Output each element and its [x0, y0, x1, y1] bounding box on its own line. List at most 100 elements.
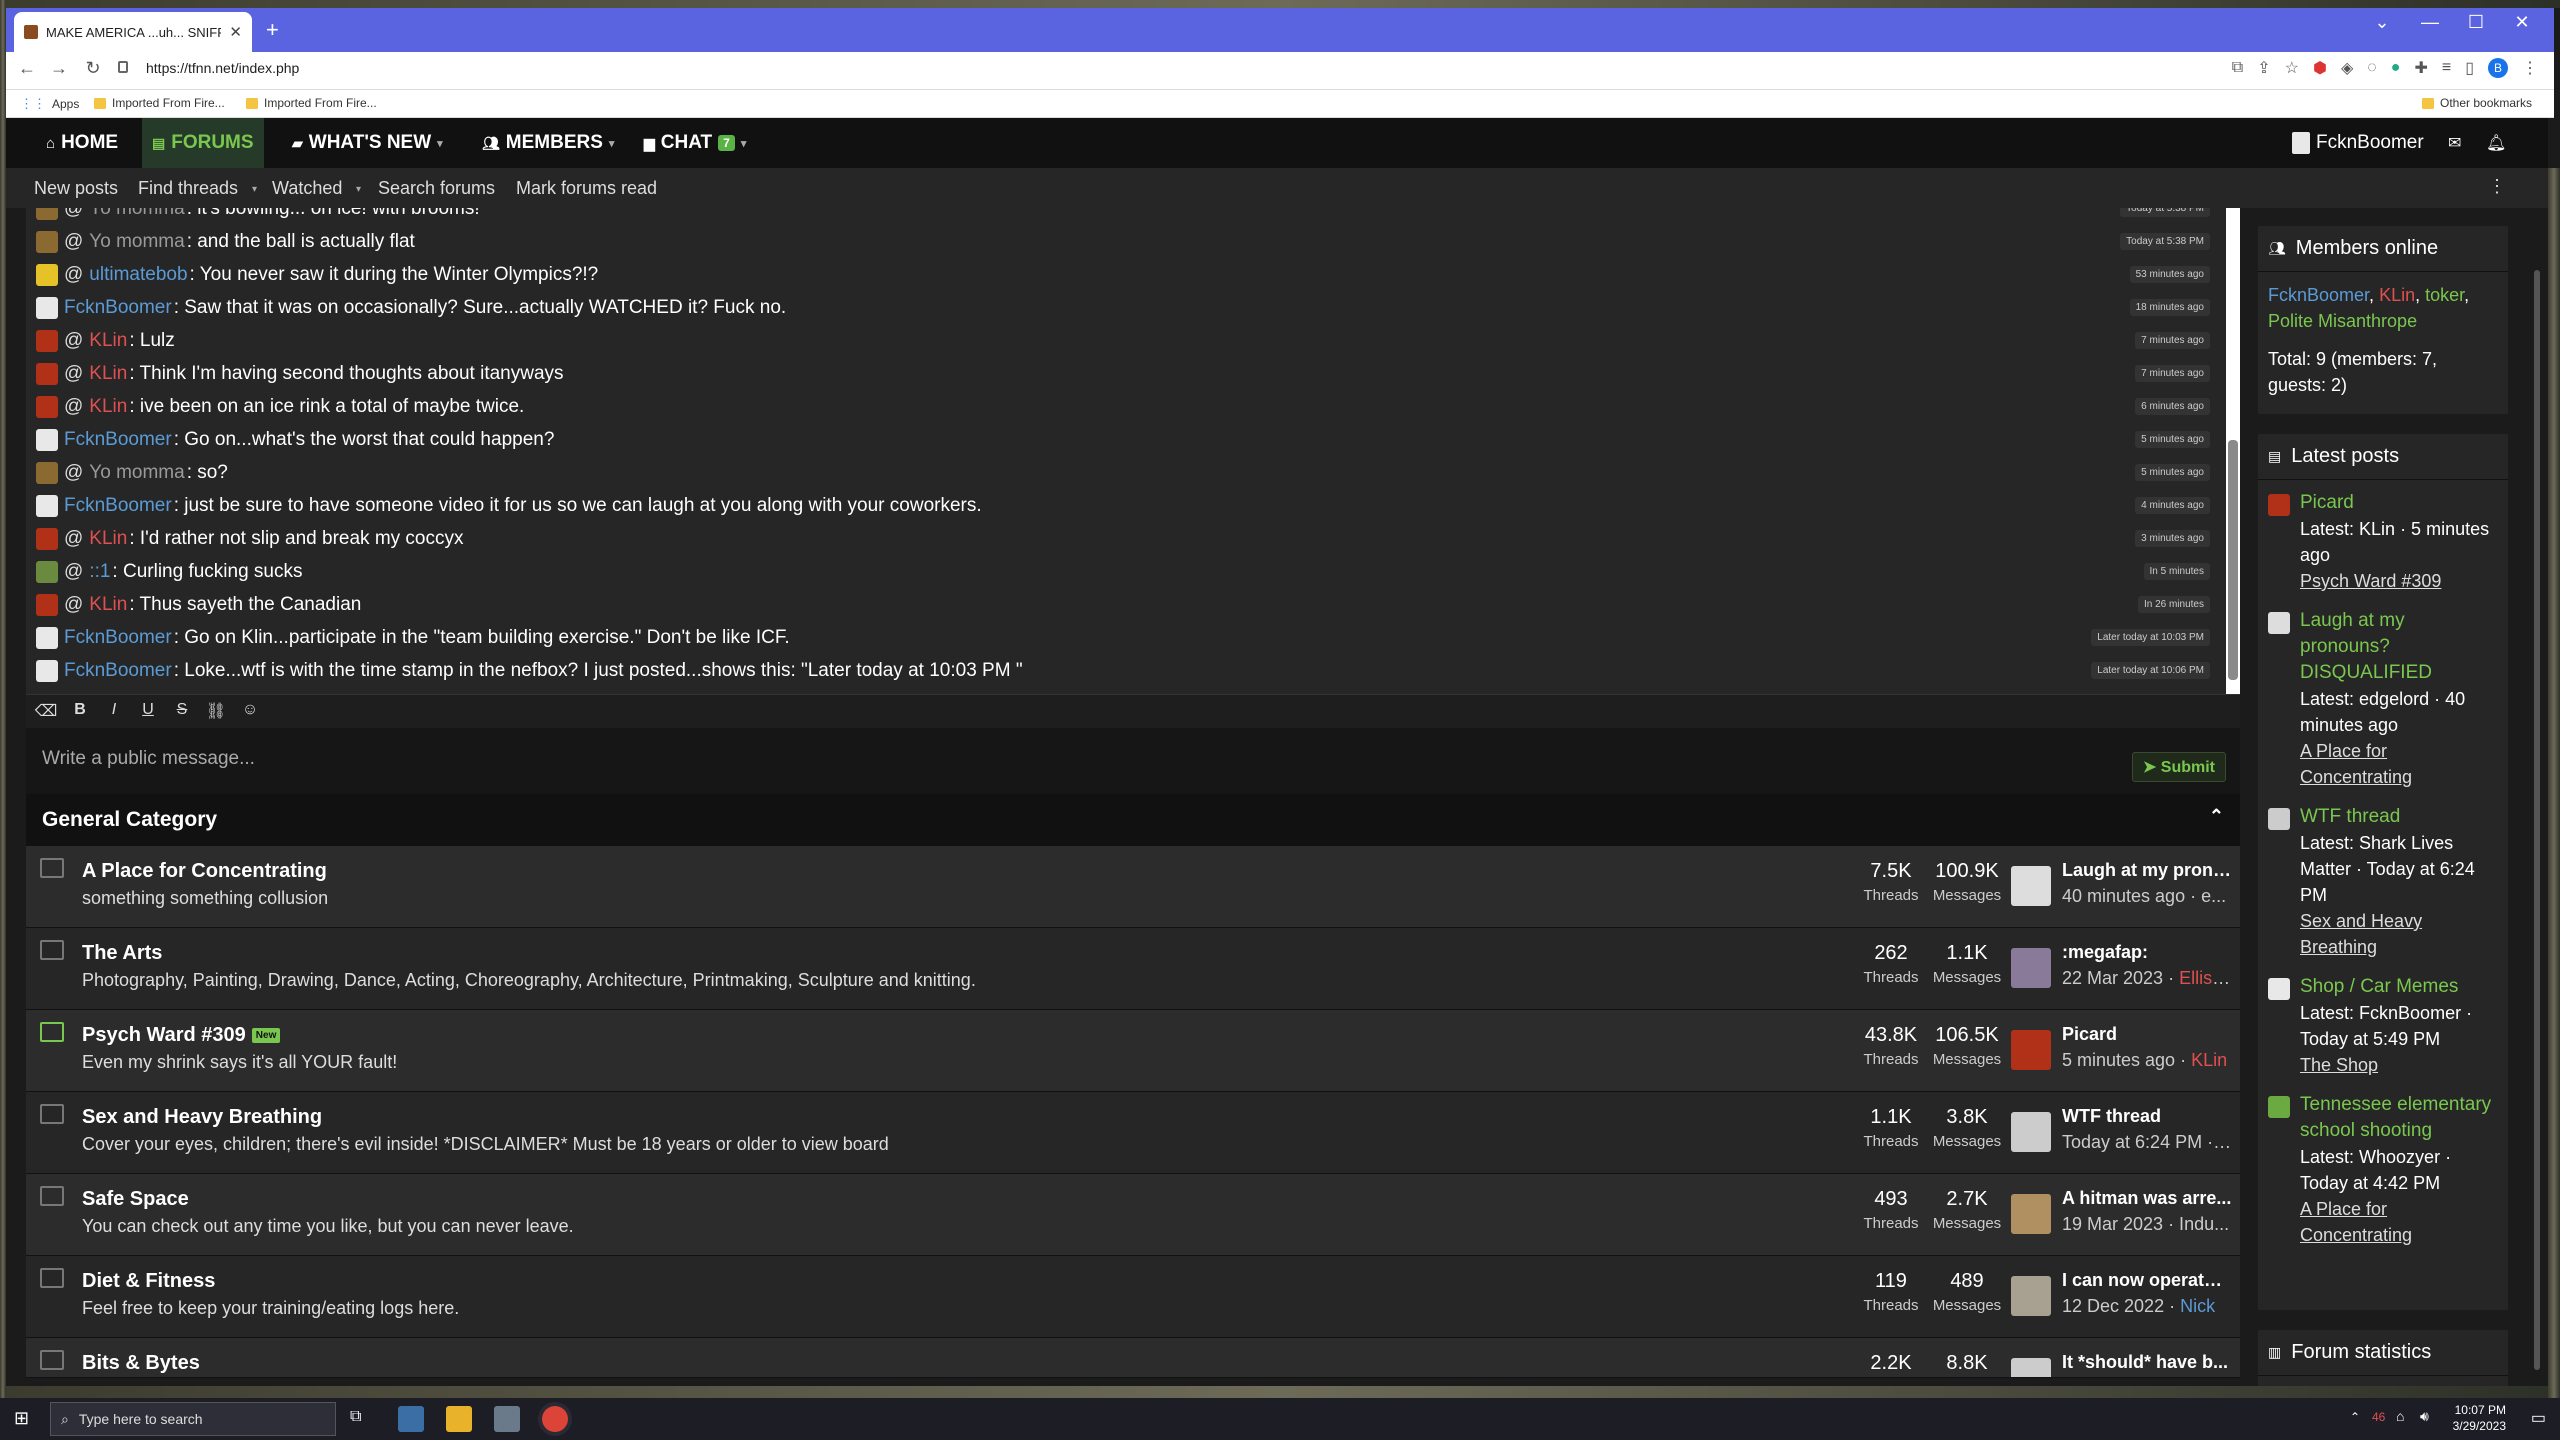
calculator-icon[interactable] — [398, 1406, 424, 1432]
subnav-mark-read[interactable]: Mark forums read — [516, 178, 657, 199]
notifications-icon[interactable]: ▭ — [2531, 1408, 2546, 1428]
more-options-icon[interactable]: ⋮ — [2488, 176, 2506, 197]
underline-icon[interactable]: U — [136, 701, 160, 719]
bell-icon[interactable]: 🔔︎ — [2476, 118, 2516, 168]
puzzle-icon[interactable]: ✚ — [2414, 58, 2427, 78]
forum-title[interactable]: Diet & Fitness — [82, 1270, 215, 1293]
nav-whats-new[interactable]: ▰ WHAT'S NEW ▾ — [282, 118, 453, 168]
close-window-button[interactable]: ✕ — [2502, 10, 2542, 34]
maximize-button[interactable]: ☐ — [2456, 10, 2496, 34]
avatar[interactable] — [2011, 866, 2051, 906]
latest-thread-link[interactable]: WTF thread — [2062, 1106, 2232, 1127]
latest-user[interactable]: Ellis ... — [2179, 968, 2232, 988]
latest-post-forum[interactable]: Psych Ward #309 — [2300, 568, 2498, 594]
close-tab-icon[interactable]: ✕ — [229, 23, 242, 41]
chat-username[interactable]: Yo momma — [89, 231, 184, 253]
avatar[interactable] — [36, 231, 58, 253]
user-menu[interactable]: FcknBoomer — [2282, 118, 2434, 168]
avatar[interactable] — [36, 396, 58, 418]
forum-title[interactable]: A Place for Concentrating — [82, 860, 327, 883]
other-bookmarks[interactable]: Other bookmarks — [2422, 96, 2532, 110]
bookmark-star-icon[interactable]: ☆ — [2285, 58, 2299, 78]
latest-thread-link[interactable]: A hitman was arre... — [2062, 1188, 2232, 1209]
forum-title-text[interactable]: Bits & Bytes — [82, 1352, 200, 1374]
italic-icon[interactable]: I — [102, 701, 126, 719]
latest-thread-link[interactable]: It *should* have b... — [2062, 1352, 2232, 1373]
latest-post-forum[interactable]: A Place for Concentrating — [2300, 738, 2498, 790]
avatar[interactable] — [36, 429, 58, 451]
chat-username[interactable]: KLin — [89, 594, 127, 616]
latest-thread-link[interactable]: Picard — [2062, 1024, 2232, 1045]
avatar[interactable] — [2268, 1096, 2290, 1118]
link-icon[interactable]: ⛓ — [204, 701, 228, 721]
bookmark-apps[interactable]: ⋮⋮ Apps — [20, 96, 79, 112]
submit-button[interactable]: ➤ Submit — [2131, 752, 2226, 782]
forum-row[interactable]: Sex and Heavy Breathing Cover your eyes, … — [26, 1092, 2240, 1174]
chat-username[interactable]: FcknBoomer — [64, 297, 172, 319]
inbox-icon[interactable]: ✉ — [2438, 118, 2471, 168]
member-link[interactable]: FcknBoomer — [2268, 285, 2369, 305]
avatar[interactable] — [36, 627, 58, 649]
chat-username[interactable]: Yo momma — [89, 208, 184, 220]
chat-username[interactable]: ultimatebob — [89, 264, 187, 286]
chat-editor[interactable]: Write a public message... ➤ Submit — [26, 728, 2240, 794]
chevron-down-icon[interactable]: ▾ — [741, 137, 747, 150]
network-icon[interactable]: ⌂ — [2396, 1408, 2404, 1424]
avatar[interactable] — [2011, 1194, 2051, 1234]
forum-title-text[interactable]: Safe Space — [82, 1188, 189, 1210]
chat-username[interactable]: KLin — [89, 528, 127, 550]
latest-user[interactable]: Nick — [2180, 1296, 2215, 1316]
mention-at[interactable]: @ — [64, 396, 83, 418]
chat-username[interactable]: FcknBoomer — [64, 627, 172, 649]
avatar[interactable] — [2268, 978, 2290, 1000]
chat-username[interactable]: FcknBoomer — [64, 495, 172, 517]
latest-post-title[interactable]: Laugh at my pronouns? DISQUALIFIED — [2300, 608, 2498, 686]
chat-scrollbar-thumb[interactable] — [2228, 440, 2238, 680]
subnav-find-threads[interactable]: Find threads — [138, 178, 238, 199]
mention-at[interactable]: @ — [64, 208, 83, 220]
latest-post-title[interactable]: WTF thread — [2300, 804, 2498, 830]
mention-at[interactable]: @ — [64, 561, 83, 583]
forum-title-text[interactable]: The Arts — [82, 942, 162, 964]
forum-row[interactable]: Bits & Bytes 2.2KThreads8.8KMessages It *s… — [26, 1338, 2240, 1378]
member-link[interactable]: Polite Misanthrope — [2268, 311, 2417, 331]
mention-at[interactable]: @ — [64, 363, 83, 385]
emoji-icon[interactable]: ☺ — [238, 701, 262, 719]
bookmark-folder[interactable]: Imported From Fire... — [94, 96, 225, 110]
chat-username[interactable]: KLin — [89, 363, 127, 385]
avatar[interactable] — [2268, 494, 2290, 516]
windows-start-icon[interactable]: ⊞ — [14, 1408, 29, 1429]
volume-icon[interactable]: 🔊︎ — [2420, 1408, 2429, 1425]
forum-row[interactable]: Safe Space You can check out any time you… — [26, 1174, 2240, 1256]
address-bar[interactable]: https://tfnn.net/index.php — [146, 60, 299, 76]
forum-title[interactable]: Sex and Heavy Breathing — [82, 1106, 322, 1129]
latest-post-title[interactable]: Shop / Car Memes — [2300, 974, 2498, 1000]
minimize-button[interactable]: — — [2410, 10, 2450, 34]
forum-title[interactable]: Bits & Bytes — [82, 1352, 200, 1375]
member-link[interactable]: KLin — [2379, 285, 2415, 305]
weather-temp[interactable]: 46 — [2372, 1410, 2385, 1424]
reload-icon[interactable]: ↻ — [80, 58, 106, 79]
page-scrollbar-thumb[interactable] — [2534, 270, 2540, 1370]
avatar[interactable] — [36, 495, 58, 517]
latest-post-title[interactable]: Tennessee elementary school shooting — [2300, 1092, 2498, 1144]
mention-at[interactable]: @ — [64, 264, 83, 286]
subnav-search-forums[interactable]: Search forums — [378, 178, 495, 199]
message-input[interactable]: Write a public message... — [42, 748, 255, 770]
forum-title-text[interactable]: A Place for Concentrating — [82, 860, 327, 882]
chevron-down-icon[interactable]: ▾ — [437, 137, 443, 150]
eraser-icon[interactable]: ⌫ — [34, 701, 58, 721]
latest-thread-link[interactable]: :megafap: — [2062, 942, 2232, 963]
profile-avatar[interactable]: B — [2488, 58, 2508, 78]
latest-post-title[interactable]: Picard — [2300, 490, 2498, 516]
forward-icon[interactable]: → — [46, 58, 72, 79]
nav-home[interactable]: ⌂ HOME — [36, 118, 128, 168]
mention-at[interactable]: @ — [64, 528, 83, 550]
forum-row[interactable]: The Arts Photography, Painting, Drawing, … — [26, 928, 2240, 1010]
chat-username[interactable]: KLin — [89, 396, 127, 418]
latest-post-forum[interactable]: A Place for Concentrating — [2300, 1196, 2498, 1248]
file-explorer-icon[interactable] — [446, 1406, 472, 1432]
new-tab-button[interactable]: + — [266, 16, 279, 44]
bold-icon[interactable]: B — [68, 701, 92, 719]
member-link[interactable]: toker — [2425, 285, 2464, 305]
